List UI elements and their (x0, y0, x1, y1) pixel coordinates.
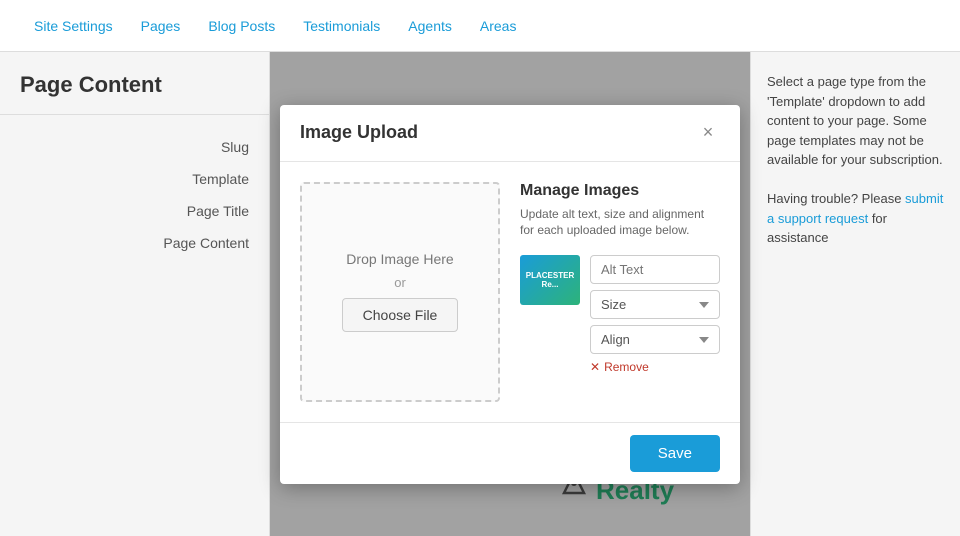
alt-text-input[interactable] (590, 255, 720, 284)
size-select[interactable]: Size Small Medium Large Full (590, 290, 720, 319)
manage-images-area: Manage Images Update alt text, size and … (520, 182, 720, 402)
sidebar-item-page-title[interactable]: Page Title (0, 195, 269, 227)
image-controls: Size Small Medium Large Full Align Left (590, 255, 720, 374)
image-upload-modal: Image Upload × Drop Image Here or Choose… (280, 105, 740, 484)
right-panel-text: Select a page type from the 'Template' d… (767, 72, 944, 170)
sidebar-item-template[interactable]: Template (0, 163, 269, 195)
sidebar: Page Content Slug Template Page Title Pa… (0, 52, 270, 536)
sidebar-item-page-content[interactable]: Page Content (0, 227, 269, 259)
remove-image-link[interactable]: ✕ Remove (590, 360, 720, 374)
align-select[interactable]: Align Left Center Right (590, 325, 720, 354)
modal-header: Image Upload × (280, 105, 740, 162)
image-row: PLACESTER Re... Size Small Medium Large … (520, 255, 720, 374)
or-text: or (394, 275, 406, 290)
right-panel: Select a page type from the 'Template' d… (750, 52, 960, 536)
choose-file-button[interactable]: Choose File (342, 298, 459, 332)
remove-label: Remove (604, 360, 649, 374)
sidebar-title: Page Content (0, 72, 269, 114)
modal-title: Image Upload (300, 122, 418, 143)
image-thumbnail: PLACESTER Re... (520, 255, 580, 305)
manage-images-description: Update alt text, size and alignment for … (520, 206, 720, 240)
modal-footer: Save (280, 422, 740, 484)
nav-areas[interactable]: Areas (466, 0, 531, 52)
main-content: PLACESTER Realty Image Upload × Drop Ima… (270, 52, 750, 536)
sidebar-divider (0, 114, 269, 115)
drop-image-text: Drop Image Here (346, 251, 453, 267)
right-panel-trouble: Having trouble? Please submit a support … (767, 189, 944, 248)
nav-pages[interactable]: Pages (127, 0, 195, 52)
nav-agents[interactable]: Agents (394, 0, 466, 52)
top-navigation: Site Settings Pages Blog Posts Testimoni… (0, 0, 960, 52)
save-button[interactable]: Save (630, 435, 720, 472)
manage-images-title: Manage Images (520, 182, 720, 200)
remove-x-icon: ✕ (590, 360, 600, 374)
nav-testimonials[interactable]: Testimonials (289, 0, 394, 52)
trouble-prefix: Having trouble? Please (767, 191, 901, 206)
image-thumb-label: PLACESTER Re... (524, 271, 576, 290)
nav-blog-posts[interactable]: Blog Posts (194, 0, 289, 52)
modal-close-button[interactable]: × (696, 121, 720, 145)
sidebar-item-slug[interactable]: Slug (0, 131, 269, 163)
nav-site-settings[interactable]: Site Settings (20, 0, 127, 52)
modal-body: Drop Image Here or Choose File Manage Im… (280, 162, 740, 422)
page-area: Page Content Slug Template Page Title Pa… (0, 52, 960, 536)
modal-overlay: Image Upload × Drop Image Here or Choose… (270, 52, 750, 536)
right-panel-main-text: Select a page type from the 'Template' d… (767, 74, 943, 167)
upload-drop-zone[interactable]: Drop Image Here or Choose File (300, 182, 500, 402)
